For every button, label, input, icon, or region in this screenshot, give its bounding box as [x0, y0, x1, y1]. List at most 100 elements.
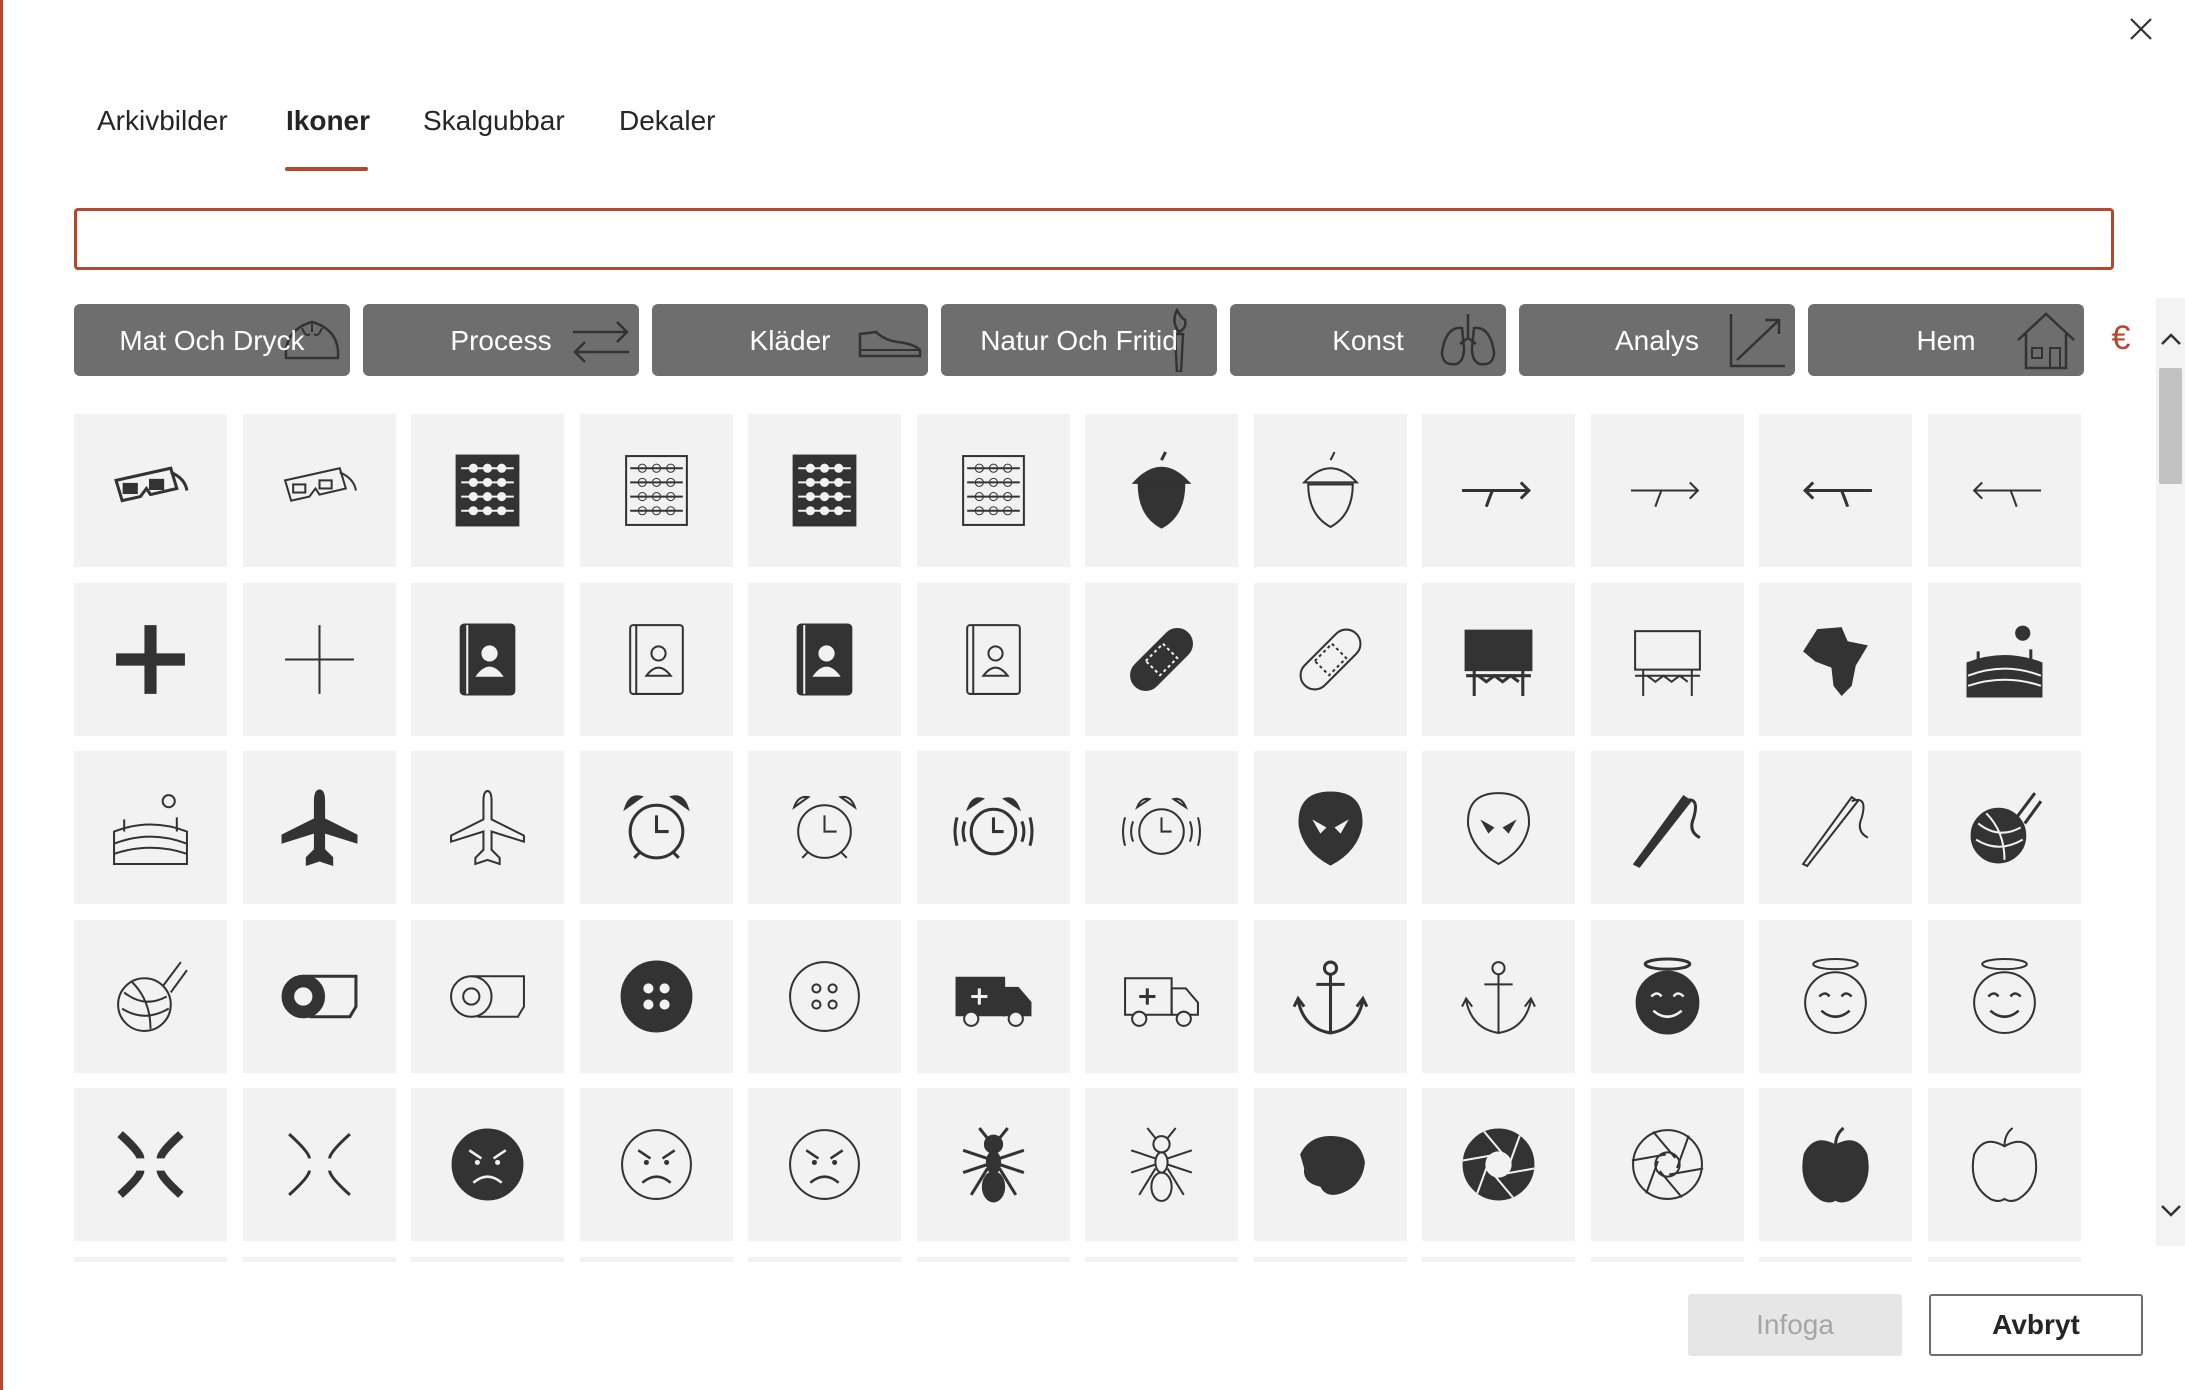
- icon-tile[interactable]: [1085, 414, 1238, 567]
- icon-tile[interactable]: [1253, 1256, 1407, 1262]
- icon-tile[interactable]: [1085, 1256, 1238, 1262]
- icon-tile[interactable]: [1759, 1088, 1912, 1241]
- icon-tile[interactable]: [579, 919, 733, 1073]
- category-chip-analys[interactable]: Analys: [1519, 304, 1795, 376]
- icon-tile[interactable]: [1253, 751, 1407, 904]
- icon-tile[interactable]: [1927, 751, 2081, 904]
- icon-tile[interactable]: [1085, 1088, 1238, 1241]
- icon-tile[interactable]: [1759, 919, 1912, 1073]
- icon-tile[interactable]: [579, 1256, 733, 1262]
- abacus-filled-icon: [455, 454, 520, 527]
- icon-tile[interactable]: [1927, 1256, 2081, 1262]
- 3d-glasses-outline-icon: [283, 467, 357, 502]
- category-chip-process[interactable]: Process: [363, 304, 639, 376]
- icon-tile[interactable]: [411, 919, 564, 1073]
- icon-tile[interactable]: [1253, 919, 1407, 1073]
- icon-tile[interactable]: [1422, 751, 1575, 904]
- icon-tile[interactable]: [1422, 1256, 1575, 1262]
- tab-skalgubbar[interactable]: Skalgubbar: [423, 105, 565, 137]
- icon-tile[interactable]: [916, 919, 1070, 1073]
- icon-tile[interactable]: [579, 414, 733, 567]
- icon-tile[interactable]: [1253, 1088, 1407, 1241]
- category-chip-hem[interactable]: Hem: [1808, 304, 2084, 376]
- category-chip-natur-och-fritid[interactable]: Natur Och Fritid: [941, 304, 1217, 376]
- icon-tile[interactable]: [74, 582, 227, 736]
- icon-tile[interactable]: [748, 1256, 901, 1262]
- icon-tile[interactable]: [411, 1256, 564, 1262]
- button-outline-icon: [789, 960, 860, 1032]
- icon-tile[interactable]: [1085, 582, 1238, 736]
- icon-tile[interactable]: [1085, 919, 1238, 1073]
- icon-tile[interactable]: [916, 751, 1070, 904]
- icon-tile[interactable]: [1590, 751, 1744, 904]
- icon-tile[interactable]: [916, 1256, 1070, 1262]
- icon-tile[interactable]: [1422, 1088, 1575, 1241]
- tab-ikoner[interactable]: Ikoner: [286, 105, 370, 137]
- icon-tile[interactable]: [916, 414, 1070, 567]
- icon-tile[interactable]: [1927, 582, 2081, 736]
- icon-tile[interactable]: [242, 1256, 396, 1262]
- icon-tile[interactable]: [1759, 1256, 1912, 1262]
- icon-tile[interactable]: [411, 1088, 564, 1241]
- icon-tile[interactable]: [1590, 1088, 1744, 1241]
- icon-tile[interactable]: [748, 919, 901, 1073]
- alarm-ringing-filled-icon: [953, 797, 1033, 856]
- icon-tile[interactable]: [1422, 582, 1575, 736]
- icon-tile[interactable]: [74, 751, 227, 904]
- scroll-down-button[interactable]: [2156, 1196, 2185, 1226]
- anchor-filled-icon: [1292, 960, 1368, 1034]
- icon-tile[interactable]: [748, 582, 901, 736]
- category-label: Kläder: [749, 325, 831, 356]
- scroll-up-button[interactable]: [2156, 324, 2185, 354]
- icon-tile[interactable]: [242, 582, 396, 736]
- icon-tile[interactable]: [1927, 1088, 2081, 1241]
- icon-tile[interactable]: [74, 919, 227, 1073]
- category-chip-klader[interactable]: Kläder: [652, 304, 928, 376]
- search-field[interactable]: [74, 208, 2114, 270]
- search-input[interactable]: [77, 211, 2111, 267]
- tab-dekaler[interactable]: Dekaler: [619, 105, 715, 137]
- icon-tile[interactable]: [1759, 751, 1912, 904]
- icon-tile[interactable]: [579, 1088, 733, 1241]
- insert-button[interactable]: Infoga: [1688, 1294, 1902, 1356]
- icon-tile[interactable]: [1422, 414, 1575, 567]
- close-button[interactable]: [2120, 8, 2162, 50]
- icon-tile[interactable]: [748, 751, 901, 904]
- icon-tile[interactable]: [1759, 414, 1912, 567]
- icon-tile[interactable]: [1927, 919, 2081, 1073]
- icon-tile[interactable]: [1253, 414, 1407, 567]
- icon-tile[interactable]: [1253, 582, 1407, 736]
- icon-tile[interactable]: [411, 414, 564, 567]
- scroll-thumb[interactable]: [2159, 368, 2182, 484]
- icon-tile[interactable]: [579, 751, 733, 904]
- button-filled-icon: [620, 960, 692, 1032]
- icon-tile[interactable]: [748, 1088, 901, 1241]
- category-next-button[interactable]: €: [2108, 316, 2134, 360]
- icon-tile[interactable]: [1590, 582, 1744, 736]
- icon-tile[interactable]: [411, 582, 564, 736]
- vertical-scrollbar[interactable]: [2156, 298, 2185, 1246]
- icon-tile[interactable]: [242, 751, 396, 904]
- icon-tile[interactable]: [242, 414, 396, 567]
- icon-tile[interactable]: [1085, 751, 1238, 904]
- icon-tile[interactable]: [748, 414, 901, 567]
- icon-tile[interactable]: [74, 1088, 227, 1241]
- icon-tile[interactable]: [411, 751, 564, 904]
- category-chip-mat-och-dryck[interactable]: Mat Och Dryck: [74, 304, 350, 376]
- icon-tile[interactable]: [916, 1088, 1070, 1241]
- icon-tile[interactable]: [579, 582, 733, 736]
- category-chip-konst[interactable]: Konst: [1230, 304, 1506, 376]
- icon-tile[interactable]: [242, 1088, 396, 1241]
- icon-tile[interactable]: [1590, 414, 1744, 567]
- icon-tile[interactable]: [74, 414, 227, 567]
- icon-tile[interactable]: [74, 1256, 227, 1262]
- icon-tile[interactable]: [1759, 582, 1912, 736]
- icon-tile[interactable]: [1422, 919, 1575, 1073]
- cancel-button[interactable]: Avbryt: [1929, 1294, 2143, 1356]
- icon-tile[interactable]: [1927, 414, 2081, 567]
- tab-arkivbilder[interactable]: Arkivbilder: [97, 105, 228, 137]
- icon-tile[interactable]: [1590, 919, 1744, 1073]
- icon-tile[interactable]: [916, 582, 1070, 736]
- icon-tile[interactable]: [1590, 1256, 1744, 1262]
- icon-tile[interactable]: [242, 919, 396, 1073]
